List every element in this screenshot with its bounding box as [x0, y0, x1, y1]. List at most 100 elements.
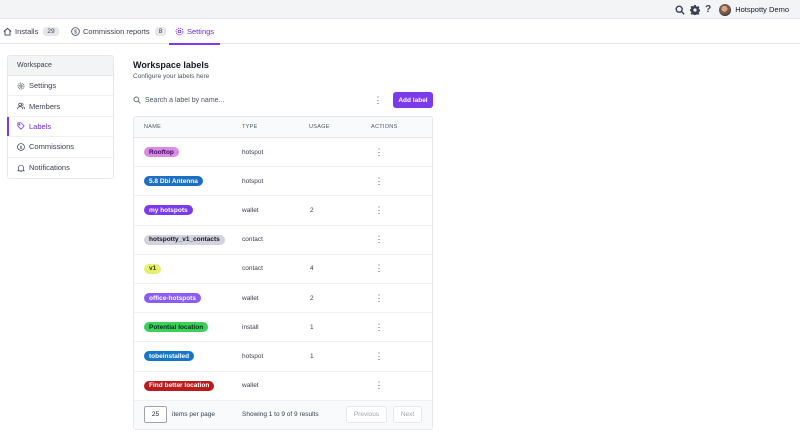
label-pill[interactable]: my hotspots [144, 205, 193, 216]
dollar-circle-icon: $ [71, 27, 80, 36]
labels-table: NAME TYPE USAGE ACTIONS Rooftop hotspot ⋮ 5… [133, 116, 433, 430]
sidebar-item-settings[interactable]: Settings [8, 76, 113, 97]
table-row: office-hotspots wallet 2 ⋮ [134, 284, 432, 314]
add-label-button[interactable]: Add label [393, 92, 433, 108]
label-pill[interactable]: Rooftop [144, 147, 179, 158]
table-row: hotspotty_v1_contacts contact ⋮ [134, 226, 432, 255]
label-name-cell: v1 [144, 255, 162, 283]
label-name-cell: Rooftop [144, 138, 179, 166]
row-actions-icon[interactable]: ⋮ [374, 147, 384, 158]
label-pill[interactable]: v1 [144, 263, 162, 274]
column-header-name: NAME [144, 124, 162, 130]
dollar-circle-icon: $ [17, 143, 25, 151]
svg-text:$: $ [74, 29, 77, 35]
label-actions-cell: ⋮ [374, 196, 384, 224]
label-type-cell: hotspot [242, 177, 264, 185]
sidebar-item-members[interactable]: Members [8, 96, 113, 117]
label-pill[interactable]: hotspotty_v1_contacts [144, 234, 225, 245]
table-row: tobeinstalled hotspot 1 ⋮ [134, 342, 432, 372]
label-usage-cell: 1 [310, 323, 314, 331]
per-page-input[interactable] [144, 405, 167, 423]
label-pill[interactable]: office-hotspots [144, 293, 201, 304]
sidebar-item-labels[interactable]: Labels [7, 116, 113, 138]
tab-settings[interactable]: Settings [169, 19, 220, 45]
label-type-cell: install [242, 323, 259, 331]
search-icon[interactable] [673, 3, 686, 16]
row-actions-icon[interactable]: ⋮ [374, 234, 384, 245]
label-usage-cell: 4 [310, 265, 314, 273]
pagination-bar: items per page Showing 1 to 9 of 9 resul… [134, 400, 432, 429]
sidebar-item-label: Notifications [29, 163, 70, 173]
label-type-cell: wallet [242, 206, 259, 214]
label-type-cell: hotspot [242, 352, 264, 360]
column-header-usage: USAGE [309, 124, 330, 130]
help-icon[interactable]: ? [703, 3, 713, 16]
row-actions-icon[interactable]: ⋮ [374, 293, 384, 304]
gear-icon [17, 82, 25, 90]
avatar[interactable] [719, 3, 732, 16]
previous-page-button[interactable]: Previous [346, 405, 387, 423]
sidebar-item-label: Members [29, 101, 61, 111]
label-name-cell: Potential location [144, 313, 209, 341]
bell-icon [17, 164, 25, 172]
label-type-cell: wallet [242, 294, 259, 302]
label-pill[interactable]: tobeinstalled [144, 351, 195, 362]
label-actions-cell: ⋮ [374, 342, 384, 370]
row-actions-icon[interactable]: ⋮ [374, 205, 384, 216]
label-actions-cell: ⋮ [374, 226, 384, 254]
label-usage-cell: 1 [310, 352, 314, 360]
label-type-cell: contact [242, 236, 263, 244]
row-actions-icon[interactable]: ⋮ [374, 263, 384, 274]
label-toolbar: ⋮ Add label [133, 92, 433, 108]
label-name-cell: office-hotspots [144, 284, 201, 312]
topbar-actions: ? Hotspotty Demo [671, 2, 789, 17]
table-row: my hotspots wallet 2 ⋮ [134, 196, 432, 226]
row-actions-icon[interactable]: ⋮ [374, 322, 384, 333]
users-icon [17, 102, 25, 110]
sidebar-item-label: Labels [29, 121, 52, 131]
row-actions-icon[interactable]: ⋮ [374, 380, 384, 391]
page-title: Workspace labels [133, 60, 209, 70]
sidebar-item-commissions[interactable]: $ Commissions [8, 137, 113, 158]
label-usage-cell: 2 [310, 206, 314, 214]
column-header-actions: ACTIONS [371, 124, 398, 130]
sidebar-item-notifications[interactable]: Notifications [8, 158, 113, 178]
row-actions-icon[interactable]: ⋮ [374, 351, 384, 362]
label-pill[interactable]: 5.8 Dbi Antenna [144, 176, 203, 187]
label-type-cell: wallet [242, 382, 259, 390]
label-name-cell: my hotspots [144, 196, 193, 224]
next-page-button[interactable]: Next [393, 405, 422, 423]
user-name[interactable]: Hotspotty Demo [735, 5, 789, 14]
svg-text:$: $ [20, 145, 23, 151]
sidebar-item-label: Commissions [29, 142, 75, 152]
label-actions-cell: ⋮ [374, 372, 384, 400]
label-actions-cell: ⋮ [374, 313, 384, 341]
label-type-cell: contact [242, 265, 263, 273]
sidebar-item-label: Settings [29, 81, 57, 91]
label-pill[interactable]: Find better location [144, 380, 215, 391]
tab-label: Installs [15, 27, 39, 36]
tab-bar: Installs 29 $ Commission reports 8 Setti… [0, 19, 800, 45]
top-bar: ? Hotspotty Demo [0, 0, 800, 19]
label-pill[interactable]: Potential location [144, 322, 209, 333]
tab-commission-reports[interactable]: $ Commission reports 8 [71, 19, 167, 44]
page-subtitle: Configure your labels here [133, 73, 210, 80]
label-actions-cell: ⋮ [374, 284, 384, 312]
tab-label: Settings [186, 27, 215, 36]
more-options-icon[interactable]: ⋮ [373, 94, 383, 106]
sidebar-heading: Workspace [8, 56, 113, 76]
results-summary: Showing 1 to 9 of 9 results [242, 410, 319, 418]
row-actions-icon[interactable]: ⋮ [374, 176, 384, 187]
tab-label: Commission reports [83, 27, 150, 36]
label-actions-cell: ⋮ [374, 138, 384, 166]
table-body: Rooftop hotspot ⋮ 5.8 Dbi Antenna hotspot ⋮ my… [134, 138, 432, 401]
settings-sidebar: Workspace Settings Members Labels $ Comm… [7, 55, 114, 179]
gear-icon[interactable] [688, 3, 701, 16]
home-icon [3, 27, 12, 36]
label-search-input[interactable] [145, 94, 345, 106]
table-row: Rooftop hotspot ⋮ [134, 138, 432, 168]
label-type-cell: hotspot [242, 148, 264, 156]
table-row: 5.8 Dbi Antenna hotspot ⋮ [134, 167, 432, 197]
tag-icon [17, 122, 25, 131]
tab-installs[interactable]: Installs 29 [3, 19, 59, 44]
